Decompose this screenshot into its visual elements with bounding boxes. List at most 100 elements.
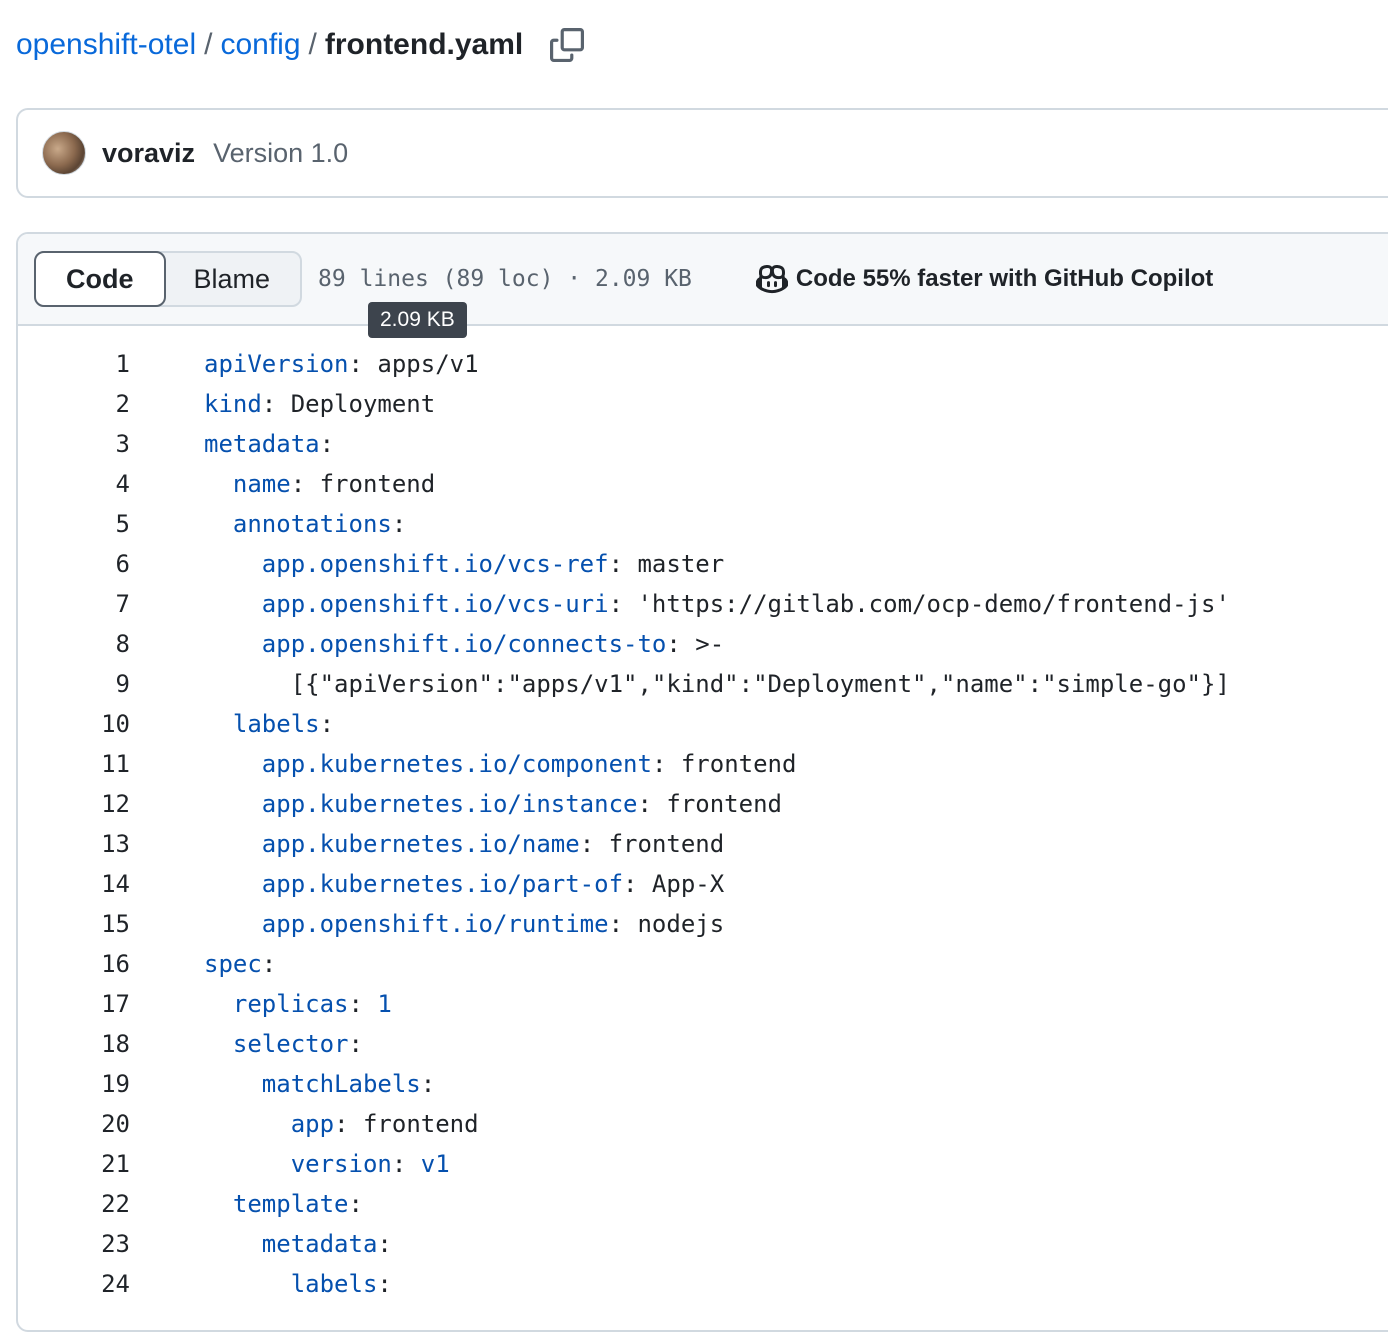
line-number[interactable]: 22	[18, 1190, 204, 1218]
line-number[interactable]: 24	[18, 1270, 204, 1298]
yaml-value: v1	[406, 1150, 450, 1178]
yaml-key: app.openshift.io/runtime	[261, 910, 609, 938]
copilot-icon	[755, 264, 788, 294]
line-number[interactable]: 13	[18, 830, 204, 858]
code-line: 24 labels:	[18, 1264, 1388, 1304]
line-number[interactable]: 5	[18, 510, 204, 538]
code-line: 10 labels:	[18, 704, 1388, 744]
yaml-colon: :	[608, 550, 624, 578]
copy-icon	[550, 28, 585, 62]
yaml-value: frontend	[594, 830, 725, 858]
line-number[interactable]: 23	[18, 1230, 204, 1258]
code-listing: 1 apiVersion: apps/v1 2 kind: Deployment 3 me…	[18, 326, 1388, 1304]
line-number[interactable]: 4	[18, 470, 204, 498]
breadcrumb-repo-link[interactable]: openshift-otel	[16, 28, 196, 62]
tab-blame[interactable]: Blame	[164, 253, 301, 305]
line-content: replicas: 1	[204, 990, 392, 1018]
line-number[interactable]: 20	[18, 1110, 204, 1138]
breadcrumb-separator: /	[308, 28, 317, 61]
line-content: app.openshift.io/vcs-ref: master	[204, 550, 724, 578]
line-content: [{"apiVersion":"apps/v1","kind":"Deploym…	[204, 670, 1230, 698]
file-size-tooltip: 2.09 KB	[368, 302, 467, 338]
tab-code[interactable]: Code	[34, 251, 166, 307]
line-number[interactable]: 15	[18, 910, 204, 938]
code-line: 17 replicas: 1	[18, 984, 1388, 1024]
line-content: annotations:	[204, 510, 406, 538]
file-info: 89 lines (89 loc) · 2.09 KB	[318, 266, 692, 292]
copy-path-button[interactable]	[549, 27, 585, 63]
commit-message[interactable]: Version 1.0	[213, 138, 348, 169]
code-line: 1 apiVersion: apps/v1	[18, 344, 1388, 384]
yaml-key: replicas	[232, 990, 349, 1018]
yaml-value: frontend	[666, 750, 797, 778]
line-number[interactable]: 10	[18, 710, 204, 738]
yaml-key: version	[290, 1150, 392, 1178]
yaml-colon: :	[319, 710, 335, 738]
line-number[interactable]: 3	[18, 430, 204, 458]
code-line: 23 metadata:	[18, 1224, 1388, 1264]
line-number[interactable]: 9	[18, 670, 204, 698]
yaml-value: 'https://gitlab.com/ocp-demo/frontend-js…	[623, 590, 1230, 618]
line-number[interactable]: 19	[18, 1070, 204, 1098]
line-number[interactable]: 14	[18, 870, 204, 898]
line-number[interactable]: 8	[18, 630, 204, 658]
line-number[interactable]: 11	[18, 750, 204, 778]
line-content: app: frontend	[204, 1110, 479, 1138]
line-content: labels:	[204, 1270, 392, 1298]
line-number[interactable]: 17	[18, 990, 204, 1018]
yaml-colon: :	[348, 1190, 363, 1218]
yaml-colon: :	[348, 350, 363, 378]
line-content: kind: Deployment	[204, 390, 435, 418]
line-content: template:	[204, 1190, 363, 1218]
yaml-colon: :	[377, 1230, 392, 1258]
yaml-colon: :	[608, 910, 624, 938]
line-number[interactable]: 18	[18, 1030, 204, 1058]
breadcrumb-separator: /	[204, 28, 213, 61]
yaml-key: app	[290, 1110, 335, 1138]
yaml-value: App-X	[637, 870, 725, 898]
yaml-value: Deployment	[276, 390, 436, 418]
file-viewer: Code Blame 89 lines (89 loc) · 2.09 KB C…	[16, 232, 1388, 1332]
line-number[interactable]: 1	[18, 350, 204, 378]
breadcrumb-folder-link[interactable]: config	[220, 28, 300, 62]
yaml-value: frontend	[651, 790, 782, 818]
yaml-colon: :	[319, 430, 335, 458]
view-mode-toggle: Code Blame	[34, 251, 303, 307]
copilot-promo-label: Code 55% faster with GitHub Copilot	[795, 265, 1214, 292]
code-line: 11 app.kubernetes.io/component: frontend	[18, 744, 1388, 784]
file-header: Code Blame 89 lines (89 loc) · 2.09 KB C…	[18, 234, 1388, 338]
line-number[interactable]: 2	[18, 390, 204, 418]
line-number[interactable]: 21	[18, 1150, 204, 1178]
copilot-promo-link[interactable]: Code 55% faster with GitHub Copilot	[755, 263, 1214, 295]
line-number[interactable]: 16	[18, 950, 204, 978]
commit-author[interactable]: voraviz	[102, 138, 195, 169]
yaml-colon: :	[391, 510, 407, 538]
code-line: 20 app: frontend	[18, 1104, 1388, 1144]
line-content: app.kubernetes.io/component: frontend	[204, 750, 797, 778]
yaml-key: apiVersion	[204, 350, 349, 378]
line-number[interactable]: 12	[18, 790, 204, 818]
yaml-colon: :	[651, 750, 667, 778]
yaml-key: template	[232, 1190, 349, 1218]
yaml-colon: :	[391, 1150, 407, 1178]
yaml-colon: :	[261, 950, 277, 978]
yaml-key: annotations	[232, 510, 392, 538]
yaml-key: app.openshift.io/vcs-uri	[261, 590, 609, 618]
line-number[interactable]: 7	[18, 590, 204, 618]
breadcrumb-current-file: frontend.yaml	[324, 28, 524, 61]
yaml-key: name	[232, 470, 291, 498]
line-number[interactable]: 6	[18, 550, 204, 578]
yaml-key: spec	[204, 950, 262, 978]
yaml-colon: :	[348, 1030, 363, 1058]
avatar[interactable]	[42, 131, 86, 175]
yaml-colon: :	[608, 590, 624, 618]
